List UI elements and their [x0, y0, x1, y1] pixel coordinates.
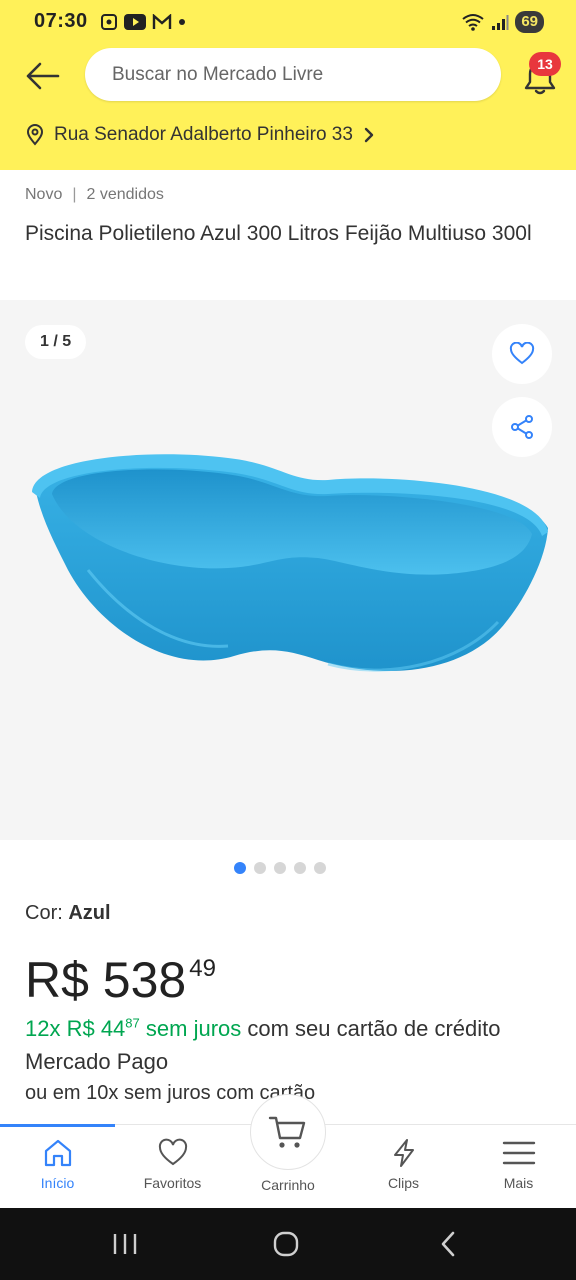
nav-item-carrinho[interactable] [250, 1094, 326, 1170]
color-selector[interactable]: Cor: Azul [25, 902, 111, 925]
heart-icon [509, 342, 535, 365]
installment-no-interest: sem juros [145, 1016, 242, 1041]
heart-icon [158, 1138, 187, 1166]
gallery-pagination[interactable] [0, 862, 568, 874]
meta-separator: | [72, 186, 77, 203]
product-image-pool[interactable] [28, 450, 552, 690]
notification-badge: 13 [529, 52, 561, 76]
status-time: 07:30 [34, 10, 88, 32]
chevron-right-icon [364, 127, 374, 143]
cart-icon [268, 1116, 306, 1148]
installment-cents: 87 [125, 1015, 140, 1031]
nav-item-inicio[interactable]: Início [0, 1125, 115, 1209]
sold-count: 2 vendidos [86, 186, 164, 203]
gallery-dot[interactable] [274, 862, 286, 874]
home-system-button[interactable] [256, 1226, 316, 1262]
nav-item-mais[interactable]: Mais [461, 1125, 576, 1209]
status-system-icons: 69 [461, 10, 544, 34]
signal-icon [492, 15, 509, 30]
gallery-dot[interactable] [254, 862, 266, 874]
price-cents: 49 [189, 955, 216, 982]
home-circle-icon [273, 1231, 299, 1257]
screenshot-icon [101, 14, 117, 30]
recent-apps-button[interactable] [95, 1226, 155, 1262]
back-button[interactable] [20, 56, 64, 96]
top-header: 07:30 69 13 Rua Senador Adalberto Pinhei… [0, 0, 576, 170]
search-bar[interactable] [85, 48, 501, 101]
gallery-dot[interactable] [234, 862, 246, 874]
nav-label: Favoritos [143, 1175, 202, 1191]
status-bar: 07:30 69 [0, 0, 576, 44]
home-icon [44, 1139, 71, 1167]
nav-label: Clips [387, 1175, 420, 1191]
location-pin-icon [26, 124, 44, 146]
address-label: Rua Senador Adalberto Pinheiro 33 [54, 124, 353, 145]
product-meta: Novo | 2 vendidos [25, 186, 164, 204]
condition-label: Novo [25, 186, 63, 203]
color-value: Azul [68, 902, 111, 924]
favorite-button[interactable] [492, 324, 552, 384]
gallery-dot[interactable] [294, 862, 306, 874]
delivery-address[interactable]: Rua Senador Adalberto Pinheiro 33 [26, 120, 375, 150]
gallery-dot[interactable] [314, 862, 326, 874]
chevron-left-icon [441, 1231, 455, 1257]
price-main: R$ 538 [25, 952, 187, 1008]
color-label: Cor: [25, 902, 63, 924]
gmail-icon [152, 14, 172, 29]
nav-label: Início [40, 1175, 75, 1191]
nav-label: Carrinho [261, 1177, 315, 1193]
installments-info: 12x R$ 4487 sem juros com seu cartão de … [25, 1012, 555, 1078]
product-gallery[interactable]: 1 / 5 [0, 300, 576, 840]
installment-value: 12x R$ 44 [25, 1016, 126, 1041]
product-title: Piscina Polietileno Azul 300 Litros Feij… [25, 222, 532, 245]
nav-item-favoritos[interactable]: Favoritos [115, 1125, 230, 1209]
youtube-icon [124, 14, 146, 30]
back-system-button[interactable] [418, 1226, 478, 1262]
menu-icon [502, 1141, 535, 1165]
installment-amount: 12x R$ 4487 [25, 1016, 140, 1041]
share-button[interactable] [492, 397, 552, 457]
battery-icon: 69 [515, 11, 544, 33]
recent-apps-icon [113, 1234, 137, 1254]
lightning-icon [393, 1139, 414, 1167]
share-icon [511, 415, 533, 439]
nav-item-clips[interactable]: Clips [346, 1125, 461, 1209]
gallery-counter: 1 / 5 [25, 325, 87, 359]
wifi-icon [462, 14, 484, 31]
system-navigation-bar [0, 1208, 576, 1280]
nav-label: Mais [503, 1175, 534, 1191]
search-input[interactable] [85, 48, 501, 101]
arrow-left-icon [26, 62, 60, 90]
price: R$ 538 49 [25, 948, 216, 1012]
status-notification-icons [100, 12, 186, 32]
dot-icon [179, 19, 185, 25]
